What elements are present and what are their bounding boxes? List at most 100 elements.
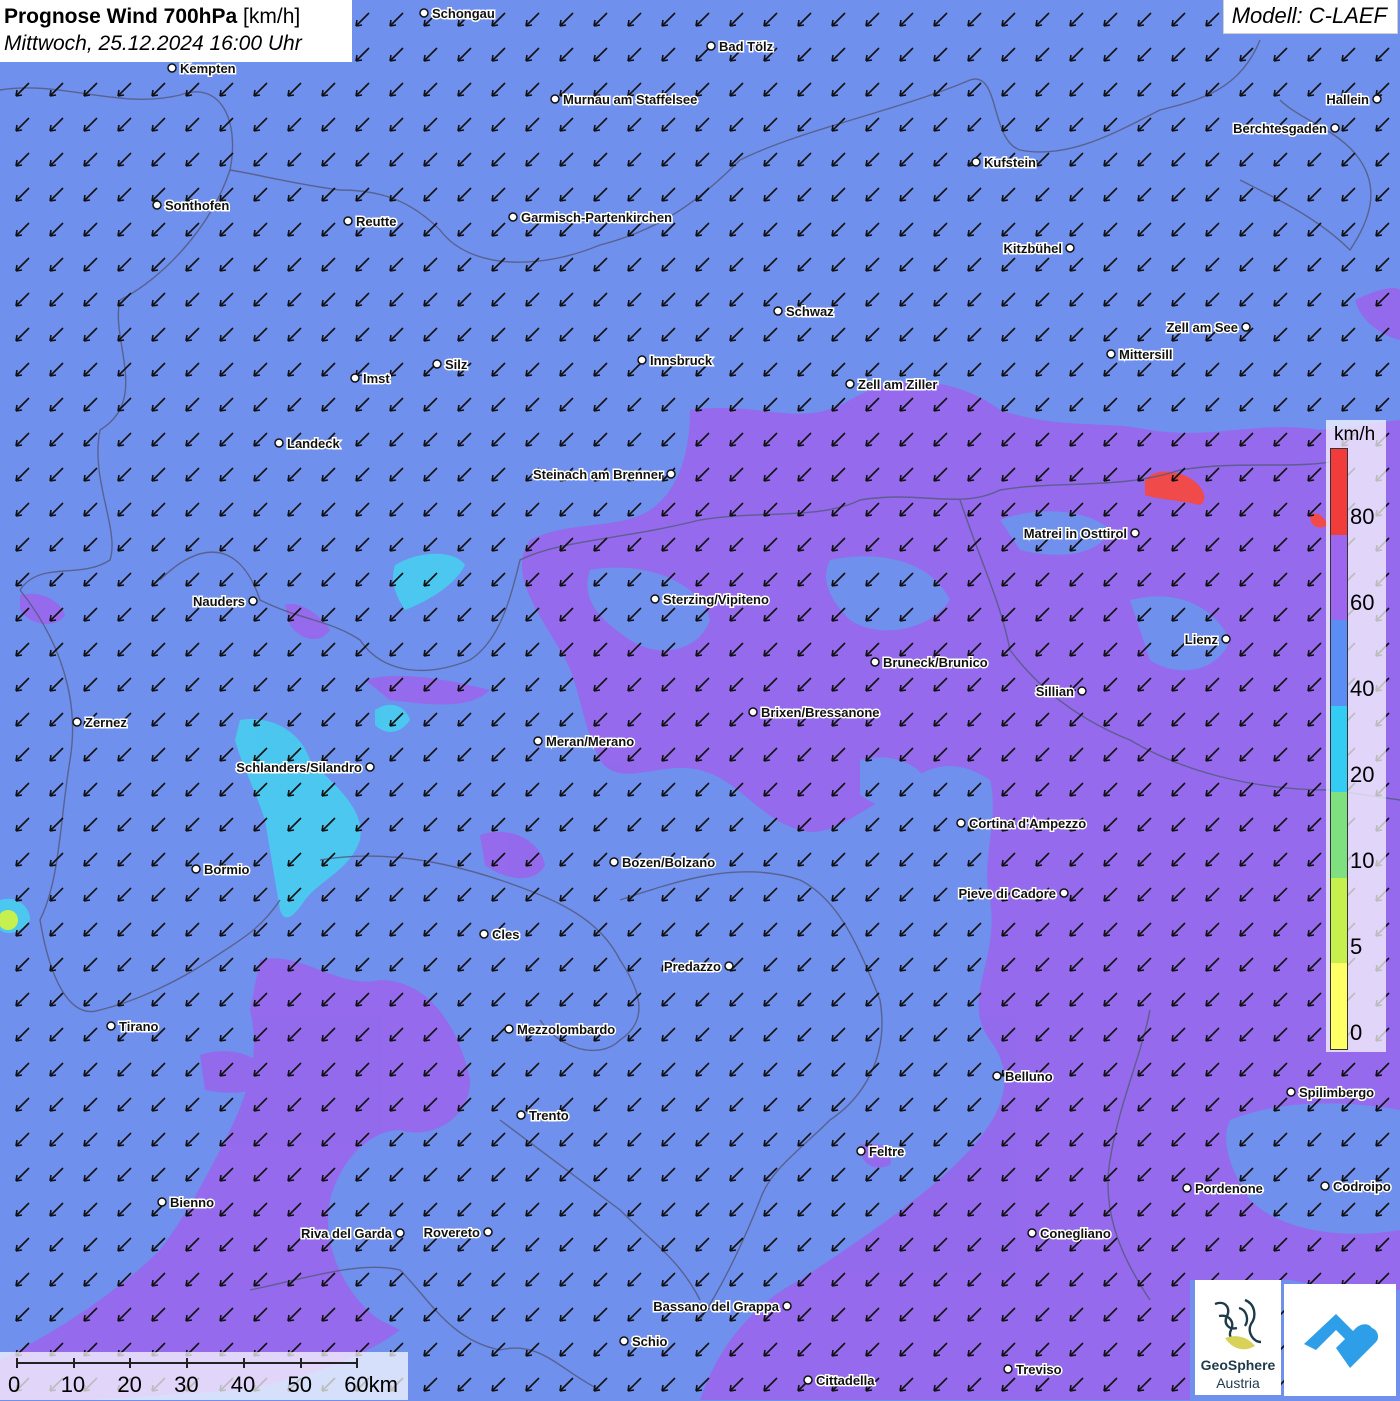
city-dot <box>1065 243 1075 253</box>
legend-tick-label: 10 <box>1350 848 1375 873</box>
mountain-cloud-icon <box>1304 1314 1379 1368</box>
city-dot <box>1130 528 1140 538</box>
city-dot <box>483 1227 493 1237</box>
city-dot <box>706 41 716 51</box>
city-label: Codroipo <box>1333 1179 1391 1194</box>
scale-label: 40 <box>230 1372 256 1397</box>
city-label: Imst <box>363 371 390 386</box>
city-dot <box>248 596 258 606</box>
city-label: Treviso <box>1016 1362 1062 1377</box>
city-label: Bruneck/Brunico <box>883 655 988 670</box>
city-label: Cittadella <box>816 1373 875 1388</box>
city-label: Mezzolombardo <box>517 1022 615 1037</box>
city-dot <box>106 1021 116 1031</box>
geosphere-logo[interactable]: GeoSphere Austria <box>1195 1280 1281 1395</box>
city-label: Predazzo <box>664 959 721 974</box>
city-label: Meran/Merano <box>546 734 634 749</box>
city-dot <box>516 1110 526 1120</box>
legend-tick-label: 80 <box>1350 504 1375 529</box>
city-label: Schwaz <box>786 304 834 319</box>
city-dot <box>1182 1183 1192 1193</box>
scale-label: 0 <box>8 1372 21 1397</box>
city-dot <box>609 857 619 867</box>
city-label: Feltre <box>869 1144 904 1159</box>
city-dot <box>1077 686 1087 696</box>
city-dot <box>432 359 442 369</box>
city-label: Tirano <box>119 1019 159 1034</box>
city-dot <box>1221 634 1231 644</box>
scale-label: 60km <box>344 1372 398 1397</box>
city-dot <box>419 8 429 18</box>
city-dot <box>748 707 758 717</box>
city-dot <box>167 63 177 73</box>
city-dot <box>508 212 518 222</box>
city-label: Bad Tölz <box>719 39 774 54</box>
city-label: Landeck <box>287 436 341 451</box>
city-label: Mittersill <box>1119 347 1172 362</box>
city-dot <box>1059 888 1069 898</box>
scale-label: 20 <box>117 1372 142 1397</box>
city-dot <box>650 594 660 604</box>
scale-tick <box>356 1358 359 1368</box>
geosphere-name: GeoSphere <box>1200 1357 1276 1373</box>
city-label: Bormio <box>204 862 250 877</box>
city-dot <box>1372 94 1382 104</box>
city-dot <box>191 864 201 874</box>
city-label: Sillian <box>1036 684 1074 699</box>
city-label: Pieve di Cadore <box>958 886 1056 901</box>
city-label: Steinach am Brenner <box>533 467 663 482</box>
city-label: Belluno <box>1005 1069 1053 1084</box>
scale-tick <box>72 1358 75 1368</box>
city-dot <box>343 216 353 226</box>
scale-label: 10 <box>60 1372 86 1397</box>
city-label: Reutte <box>356 214 396 229</box>
city-dot <box>803 1375 813 1385</box>
city-label: Kufstein <box>984 155 1036 170</box>
forecast-datetime: Mittwoch, 25.12.2024 16:00 Uhr <box>4 32 302 55</box>
city-label: Bozen/Bolzano <box>622 855 715 870</box>
legend-color-bar <box>1330 448 1348 1050</box>
city-dot <box>666 469 676 479</box>
city-label: Zell am Ziller <box>858 377 937 392</box>
city-label: Rovereto <box>424 1225 480 1240</box>
city-label: Innsbruck <box>650 353 713 368</box>
wind-map[interactable]: Schongau Bad Tölz Kempten Murnau am Staffel… <box>0 0 1400 1400</box>
scale-tick <box>299 1358 302 1368</box>
city-dot <box>533 736 543 746</box>
city-label: Bassano del Grappa <box>653 1299 779 1314</box>
legend-tick-label: 5 <box>1350 934 1363 959</box>
city-dot <box>1330 123 1340 133</box>
city-label: Berchtesgaden <box>1233 121 1327 136</box>
city-label: Brixen/Bressanone <box>761 705 880 720</box>
scale-tick <box>16 1358 18 1368</box>
weather-service-logo[interactable] <box>1284 1284 1396 1396</box>
city-dot <box>992 1071 1002 1081</box>
scale-tick <box>242 1358 245 1368</box>
city-dot <box>782 1301 792 1311</box>
city-dot <box>724 961 734 971</box>
legend-segment <box>1331 620 1347 707</box>
city-label: Sterzing/Vipiteno <box>663 592 769 607</box>
city-dot <box>856 1146 866 1156</box>
map-title-box: Prognose Wind 700hPa [km/h] Mittwoch, 25… <box>0 0 352 62</box>
legend-tick-label: 60 <box>1350 590 1375 615</box>
map-title-main: Prognose Wind 700hPa <box>4 5 238 28</box>
city-label: Murnau am Staffelsee <box>563 92 697 107</box>
legend-segment <box>1331 534 1347 621</box>
city-dot <box>870 657 880 667</box>
city-dot <box>157 1197 167 1207</box>
city-dot <box>395 1228 405 1238</box>
city-label: Kitzbühel <box>1004 241 1063 256</box>
city-label: Schio <box>632 1334 667 1349</box>
city-dot <box>550 94 560 104</box>
city-dot <box>274 438 284 448</box>
city-label: Cles <box>492 927 519 942</box>
city-label: Spilimbergo <box>1299 1085 1374 1100</box>
city-dot <box>504 1024 514 1034</box>
legend-segment <box>1331 791 1347 878</box>
city-label: Zell am See <box>1166 320 1238 335</box>
city-dot <box>1241 322 1251 332</box>
city-dot <box>845 379 855 389</box>
city-dot <box>72 717 82 727</box>
city-dot <box>479 929 489 939</box>
